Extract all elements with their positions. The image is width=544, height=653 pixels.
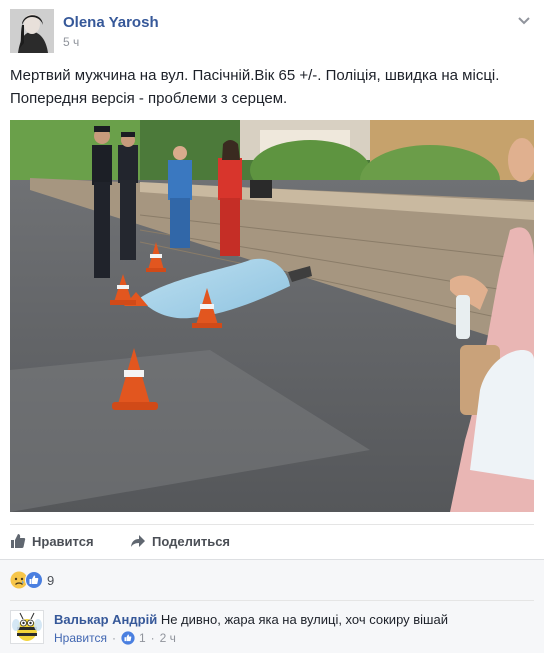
author-avatar[interactable] [10,9,54,53]
comment-meta: Нравится · 1 · 2 ч [54,631,176,645]
divider [10,524,534,525]
facebook-post: Olena Yarosh 5 ч Мертвий мужчина на вул.… [0,0,544,653]
commenter-name[interactable]: Валькар Андрій [54,612,157,627]
separator-dot: · [111,631,116,645]
thumbs-up-icon [11,534,26,548]
reaction-count: 9 [47,572,55,588]
share-button[interactable]: Поделиться [130,531,230,551]
separator-dot: · [150,631,155,645]
share-arrow-icon [131,535,145,547]
comment: Валькар Андрій Не дивно, жара яка на вул… [54,612,534,628]
author-name[interactable]: Olena Yarosh [63,14,159,31]
like-reaction-icon [121,631,135,645]
post-text: Мертвий мужчина на вул. Пасічній.Вік 65 … [10,64,530,110]
commenter-avatar[interactable] [10,610,44,644]
post-timestamp[interactable]: 5 ч [63,35,79,49]
chevron-down-icon[interactable] [516,13,532,29]
comment-like-count[interactable]: 1 [139,631,146,645]
comment-timestamp[interactable]: 2 ч [160,631,176,645]
like-button[interactable]: Нравится [10,531,94,551]
like-button-label: Нравится [32,533,94,549]
comment-text: Не дивно, жара яка на вулиці, хоч сокиру… [160,612,448,627]
like-reaction-icon [25,571,43,589]
post-header: Olena Yarosh 5 ч [10,9,534,55]
divider [0,559,544,560]
post-text-line: Попередня версія - проблеми з серцем. [10,90,288,107]
reactions-summary[interactable]: 9 [10,571,54,589]
share-button-label: Поделиться [152,533,231,549]
post-photo[interactable] [10,120,534,512]
divider [10,600,534,601]
comment-like-link[interactable]: Нравится [54,631,107,645]
post-text-line: Мертвий мужчина на вул. Пасічній.Вік 65 … [10,67,500,84]
